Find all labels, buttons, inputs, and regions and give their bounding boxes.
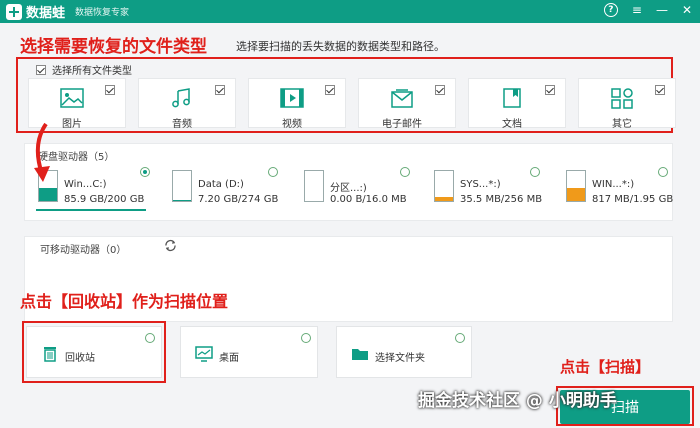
desktop-radio[interactable] <box>301 333 311 343</box>
close-icon[interactable]: ✕ <box>682 3 692 17</box>
drive-usage-bar <box>173 200 191 201</box>
drive-d[interactable]: Data (D:) 7.20 GB/274 GB <box>172 170 282 210</box>
watermark: 掘金技术社区 @ 小明助手 <box>418 391 617 411</box>
app-name: 数据蛙 <box>26 6 66 21</box>
removable-title: 可移动驱动器（0） <box>40 245 127 256</box>
drive-c-radio[interactable] <box>140 167 150 177</box>
drive-name: Data (D:) <box>198 179 244 190</box>
file-type-label: 电子邮件 <box>382 119 422 130</box>
drive-partition[interactable]: 分区...:) 0.00 B/16.0 MB <box>304 170 414 210</box>
drive-size: 35.5 MB/256 MB <box>460 194 543 205</box>
drive-usage-bar <box>567 188 585 201</box>
file-type-label: 音频 <box>172 119 192 130</box>
folder-icon <box>352 349 368 360</box>
select-all-checkbox[interactable] <box>36 64 46 75</box>
title-bar: 数据蛙 数据恢复专家 ? ≡ — ✕ <box>0 0 700 23</box>
app-subtitle: 数据恢复专家 <box>75 8 130 18</box>
drive-size: 817 MB/1.95 GB <box>592 194 674 205</box>
email-checkbox[interactable] <box>435 85 445 95</box>
drive-size: 0.00 B/16.0 MB <box>330 194 407 205</box>
select-all-types[interactable]: 选择所有文件类型 <box>36 62 132 77</box>
drive-sys[interactable]: SYS...*:) 35.5 MB/256 MB <box>434 170 544 210</box>
file-type-label: 文档 <box>502 119 522 130</box>
drive-d-radio[interactable] <box>268 167 278 177</box>
location-label: 桌面 <box>219 353 239 364</box>
drive-win-radio[interactable] <box>658 167 668 177</box>
window-controls: ? ≡ — ✕ <box>603 3 692 17</box>
drive-size: 7.20 GB/274 GB <box>198 194 279 205</box>
location-select-folder[interactable]: 选择文件夹 <box>336 326 472 378</box>
logo-cross-icon <box>6 3 22 20</box>
drive-name: 分区...:) <box>330 183 367 194</box>
email-icon <box>391 89 413 108</box>
drive-usage-bar <box>435 196 453 201</box>
annotation-arrow-down <box>34 122 50 182</box>
annotation-step3: 点击【扫描】 <box>560 358 651 376</box>
document-icon <box>503 88 521 108</box>
file-type-audio[interactable]: 音频 <box>138 78 236 130</box>
select-folder-radio[interactable] <box>455 333 465 343</box>
other-icon <box>611 88 633 109</box>
refresh-icon[interactable] <box>164 239 177 252</box>
drive-usage-bar <box>39 188 57 201</box>
video-checkbox[interactable] <box>325 85 335 95</box>
document-checkbox[interactable] <box>545 85 555 95</box>
drive-partition-radio[interactable] <box>400 167 410 177</box>
drive-name: SYS...*:) <box>460 179 501 190</box>
drive-name: Win...C:) <box>64 179 107 190</box>
drive-c-selection-underline <box>36 209 146 211</box>
select-all-label: 选择所有文件类型 <box>52 66 132 77</box>
drive-icon <box>172 170 192 202</box>
annotation-step1: 选择需要恢复的文件类型 <box>20 37 207 57</box>
image-icon <box>60 88 84 108</box>
drive-icon <box>434 170 454 202</box>
app-logo: 数据蛙 <box>6 2 65 21</box>
drive-icon <box>304 170 324 202</box>
music-icon <box>172 88 190 108</box>
video-icon <box>280 88 304 108</box>
file-type-document[interactable]: 文档 <box>468 78 566 130</box>
annotation-step2: 点击【回收站】作为扫描位置 <box>20 292 229 311</box>
drive-icon <box>566 170 586 202</box>
file-type-video[interactable]: 视频 <box>248 78 346 130</box>
drive-sys-radio[interactable] <box>530 167 540 177</box>
file-type-image[interactable]: 图片 <box>28 78 126 130</box>
help-icon[interactable]: ? <box>603 3 618 17</box>
menu-icon[interactable]: ≡ <box>632 3 642 17</box>
file-type-label: 其它 <box>612 119 632 130</box>
drive-name: WIN...*:) <box>592 179 635 190</box>
location-label: 选择文件夹 <box>375 353 425 364</box>
file-type-description: 选择要扫描的丢失数据的数据类型和路径。 <box>236 40 445 53</box>
other-checkbox[interactable] <box>655 85 665 95</box>
highlight-recycle-bin <box>22 321 166 383</box>
file-type-email[interactable]: 电子邮件 <box>358 78 456 130</box>
minimize-icon[interactable]: — <box>656 3 668 17</box>
file-type-label: 视频 <box>282 119 302 130</box>
file-type-other[interactable]: 其它 <box>578 78 676 130</box>
drive-size: 85.9 GB/200 GB <box>64 194 145 205</box>
image-checkbox[interactable] <box>105 85 115 95</box>
location-desktop[interactable]: 桌面 <box>180 326 318 378</box>
audio-checkbox[interactable] <box>215 85 225 95</box>
desktop-icon <box>195 346 213 362</box>
